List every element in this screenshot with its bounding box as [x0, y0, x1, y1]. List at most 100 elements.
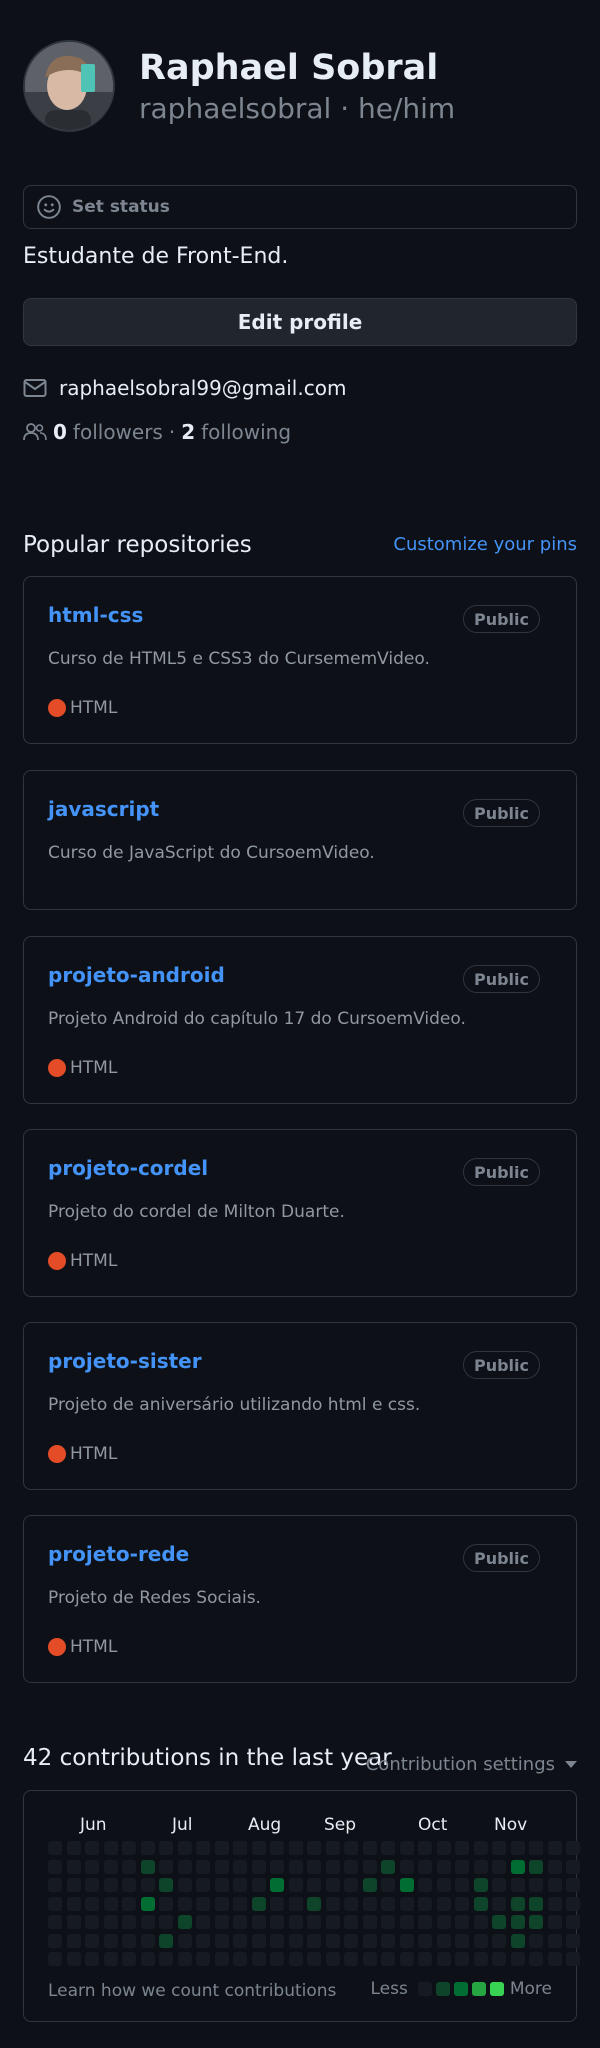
contribution-day[interactable]	[103, 1878, 118, 1892]
contribution-day[interactable]	[307, 1878, 321, 1892]
contribution-day[interactable]	[418, 1859, 432, 1874]
contribution-day[interactable]	[159, 1952, 173, 1966]
contribution-day[interactable]	[362, 1841, 377, 1855]
repo-name-link[interactable]: projeto-rede	[48, 1542, 189, 1566]
repo-card[interactable]: projeto-android Public Projeto Android do …	[23, 936, 577, 1104]
contribution-day[interactable]	[473, 1841, 488, 1855]
repo-name-link[interactable]: javascript	[48, 797, 159, 821]
contribution-day[interactable]	[529, 1859, 543, 1874]
contribution-day[interactable]	[85, 1952, 99, 1966]
contribution-day[interactable]	[492, 1859, 506, 1874]
contribution-day[interactable]	[381, 1933, 395, 1948]
contribution-day[interactable]	[492, 1841, 506, 1855]
contribution-day[interactable]	[362, 1878, 377, 1892]
set-status-button[interactable]: Set status	[23, 185, 577, 229]
contribution-day[interactable]	[159, 1933, 173, 1948]
contribution-day[interactable]	[344, 1841, 358, 1855]
contribution-day[interactable]	[85, 1859, 99, 1874]
contribution-day[interactable]	[177, 1915, 192, 1929]
repo-name-link[interactable]: projeto-sister	[48, 1349, 202, 1373]
contribution-day[interactable]	[66, 1915, 81, 1929]
contribution-day[interactable]	[233, 1896, 247, 1911]
contribution-day[interactable]	[418, 1915, 432, 1929]
contribution-day[interactable]	[529, 1915, 543, 1929]
contribution-day[interactable]	[510, 1933, 525, 1948]
contribution-day[interactable]	[307, 1896, 321, 1911]
contribution-day[interactable]	[381, 1952, 395, 1966]
contribution-day[interactable]	[473, 1859, 488, 1874]
contribution-day[interactable]	[566, 1859, 580, 1874]
contribution-day[interactable]	[344, 1952, 358, 1966]
contribution-day[interactable]	[492, 1933, 506, 1948]
repo-card[interactable]: projeto-cordel Public Projeto do cordel de…	[23, 1129, 577, 1297]
contribution-day[interactable]	[436, 1952, 451, 1966]
contribution-day[interactable]	[566, 1841, 580, 1855]
contribution-day[interactable]	[270, 1841, 284, 1855]
contribution-day[interactable]	[344, 1896, 358, 1911]
contribution-day[interactable]	[48, 1933, 62, 1948]
contribution-day[interactable]	[399, 1896, 414, 1911]
contribution-day[interactable]	[381, 1896, 395, 1911]
contribution-day[interactable]	[492, 1896, 506, 1911]
contribution-day[interactable]	[251, 1933, 266, 1948]
contribution-day[interactable]	[251, 1896, 266, 1911]
contribution-day[interactable]	[529, 1878, 543, 1892]
contribution-day[interactable]	[362, 1896, 377, 1911]
contribution-day[interactable]	[122, 1841, 136, 1855]
contribution-day[interactable]	[436, 1915, 451, 1929]
contribution-day[interactable]	[381, 1841, 395, 1855]
contribution-day[interactable]	[344, 1915, 358, 1929]
contribution-day[interactable]	[418, 1896, 432, 1911]
contribution-day[interactable]	[566, 1878, 580, 1892]
contribution-day[interactable]	[381, 1859, 395, 1874]
contribution-day[interactable]	[251, 1859, 266, 1874]
contribution-day[interactable]	[436, 1841, 451, 1855]
contribution-day[interactable]	[270, 1878, 284, 1892]
contribution-day[interactable]	[418, 1952, 432, 1966]
contribution-day[interactable]	[510, 1896, 525, 1911]
contribution-day[interactable]	[288, 1859, 303, 1874]
contribution-day[interactable]	[436, 1878, 451, 1892]
contribution-day[interactable]	[529, 1841, 543, 1855]
contribution-day[interactable]	[307, 1859, 321, 1874]
contribution-day[interactable]	[418, 1878, 432, 1892]
contribution-day[interactable]	[159, 1841, 173, 1855]
contribution-day[interactable]	[85, 1915, 99, 1929]
contribution-day[interactable]	[48, 1915, 62, 1929]
contribution-day[interactable]	[122, 1933, 136, 1948]
contribution-day[interactable]	[566, 1933, 580, 1948]
contribution-day[interactable]	[122, 1952, 136, 1966]
contribution-day[interactable]	[566, 1915, 580, 1929]
contribution-day[interactable]	[288, 1915, 303, 1929]
contribution-day[interactable]	[159, 1915, 173, 1929]
contribution-day[interactable]	[362, 1859, 377, 1874]
following-label[interactable]: following	[201, 420, 291, 444]
repo-card[interactable]: projeto-sister Public Projeto de aniversár…	[23, 1322, 577, 1490]
contribution-day[interactable]	[214, 1841, 229, 1855]
contribution-day[interactable]	[510, 1841, 525, 1855]
contribution-day[interactable]	[399, 1952, 414, 1966]
contribution-settings-dropdown[interactable]: Contribution settings	[366, 1754, 577, 1775]
contribution-day[interactable]	[233, 1878, 247, 1892]
contribution-day[interactable]	[196, 1841, 210, 1855]
contribution-day[interactable]	[362, 1952, 377, 1966]
contribution-day[interactable]	[436, 1896, 451, 1911]
avatar[interactable]	[23, 40, 115, 132]
contribution-day[interactable]	[66, 1952, 81, 1966]
contribution-day[interactable]	[177, 1841, 192, 1855]
contribution-day[interactable]	[510, 1859, 525, 1874]
contribution-day[interactable]	[547, 1841, 562, 1855]
edit-profile-button[interactable]: Edit profile	[23, 298, 577, 346]
contribution-day[interactable]	[455, 1878, 469, 1892]
contribution-day[interactable]	[418, 1933, 432, 1948]
contribution-day[interactable]	[399, 1859, 414, 1874]
contribution-day[interactable]	[325, 1896, 340, 1911]
contribution-day[interactable]	[436, 1859, 451, 1874]
contribution-day[interactable]	[473, 1878, 488, 1892]
email-link[interactable]: raphaelsobral99@gmail.com	[59, 376, 346, 400]
contribution-day[interactable]	[399, 1878, 414, 1892]
contribution-day[interactable]	[455, 1933, 469, 1948]
contribution-day[interactable]	[325, 1878, 340, 1892]
contribution-day[interactable]	[103, 1915, 118, 1929]
contribution-day[interactable]	[529, 1933, 543, 1948]
